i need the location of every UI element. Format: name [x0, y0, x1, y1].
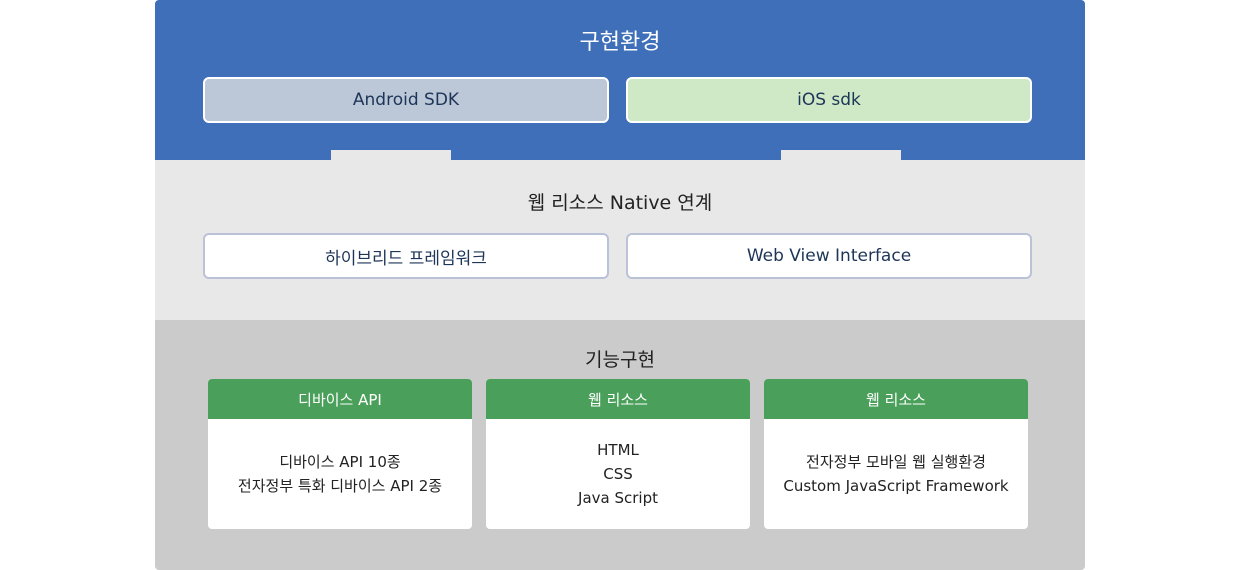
card-body: 디바이스 API 10종 전자정부 특화 디바이스 API 2종 — [208, 419, 472, 529]
card-line: 전자정부 특화 디바이스 API 2종 — [237, 477, 443, 495]
card-line: CSS — [603, 465, 633, 483]
native-integration-title: 웹 리소스 Native 연계 — [527, 192, 713, 214]
connector-top-left — [331, 150, 451, 160]
web-resource-card: 웹 리소스 HTML CSS Java Script — [486, 379, 750, 529]
connector-mid-right — [781, 320, 901, 330]
card-line: HTML — [597, 441, 639, 459]
card-line: Custom JavaScript Framework — [783, 477, 1009, 495]
card-header: 웹 리소스 — [764, 379, 1028, 419]
card-line: Java Script — [578, 489, 658, 507]
architecture-diagram: 구현환경 Android SDK iOS sdk 웹 리소스 Native 연계… — [155, 0, 1085, 570]
connector-mid-left — [331, 320, 451, 330]
connector-top-right — [781, 150, 901, 160]
card-header: 웹 리소스 — [486, 379, 750, 419]
implementation-environment-title: 구현환경 — [579, 30, 661, 55]
card-body: HTML CSS Java Script — [486, 419, 750, 529]
card-header: 디바이스 API — [208, 379, 472, 419]
web-view-interface-box: Web View Interface — [626, 233, 1032, 279]
web-runtime-card: 웹 리소스 전자정부 모바일 웹 실행환경 Custom JavaScript … — [764, 379, 1028, 529]
card-body: 전자정부 모바일 웹 실행환경 Custom JavaScript Framew… — [764, 419, 1028, 529]
device-api-card: 디바이스 API 디바이스 API 10종 전자정부 특화 디바이스 API 2… — [208, 379, 472, 529]
card-line: 전자정부 모바일 웹 실행환경 — [806, 453, 986, 471]
feature-implementation-title: 기능구현 — [585, 349, 655, 371]
hybrid-framework-box: 하이브리드 프레임워크 — [203, 233, 609, 279]
card-line: 디바이스 API 10종 — [279, 453, 401, 471]
android-sdk-box: Android SDK — [203, 77, 609, 123]
ios-sdk-box: iOS sdk — [626, 77, 1032, 123]
